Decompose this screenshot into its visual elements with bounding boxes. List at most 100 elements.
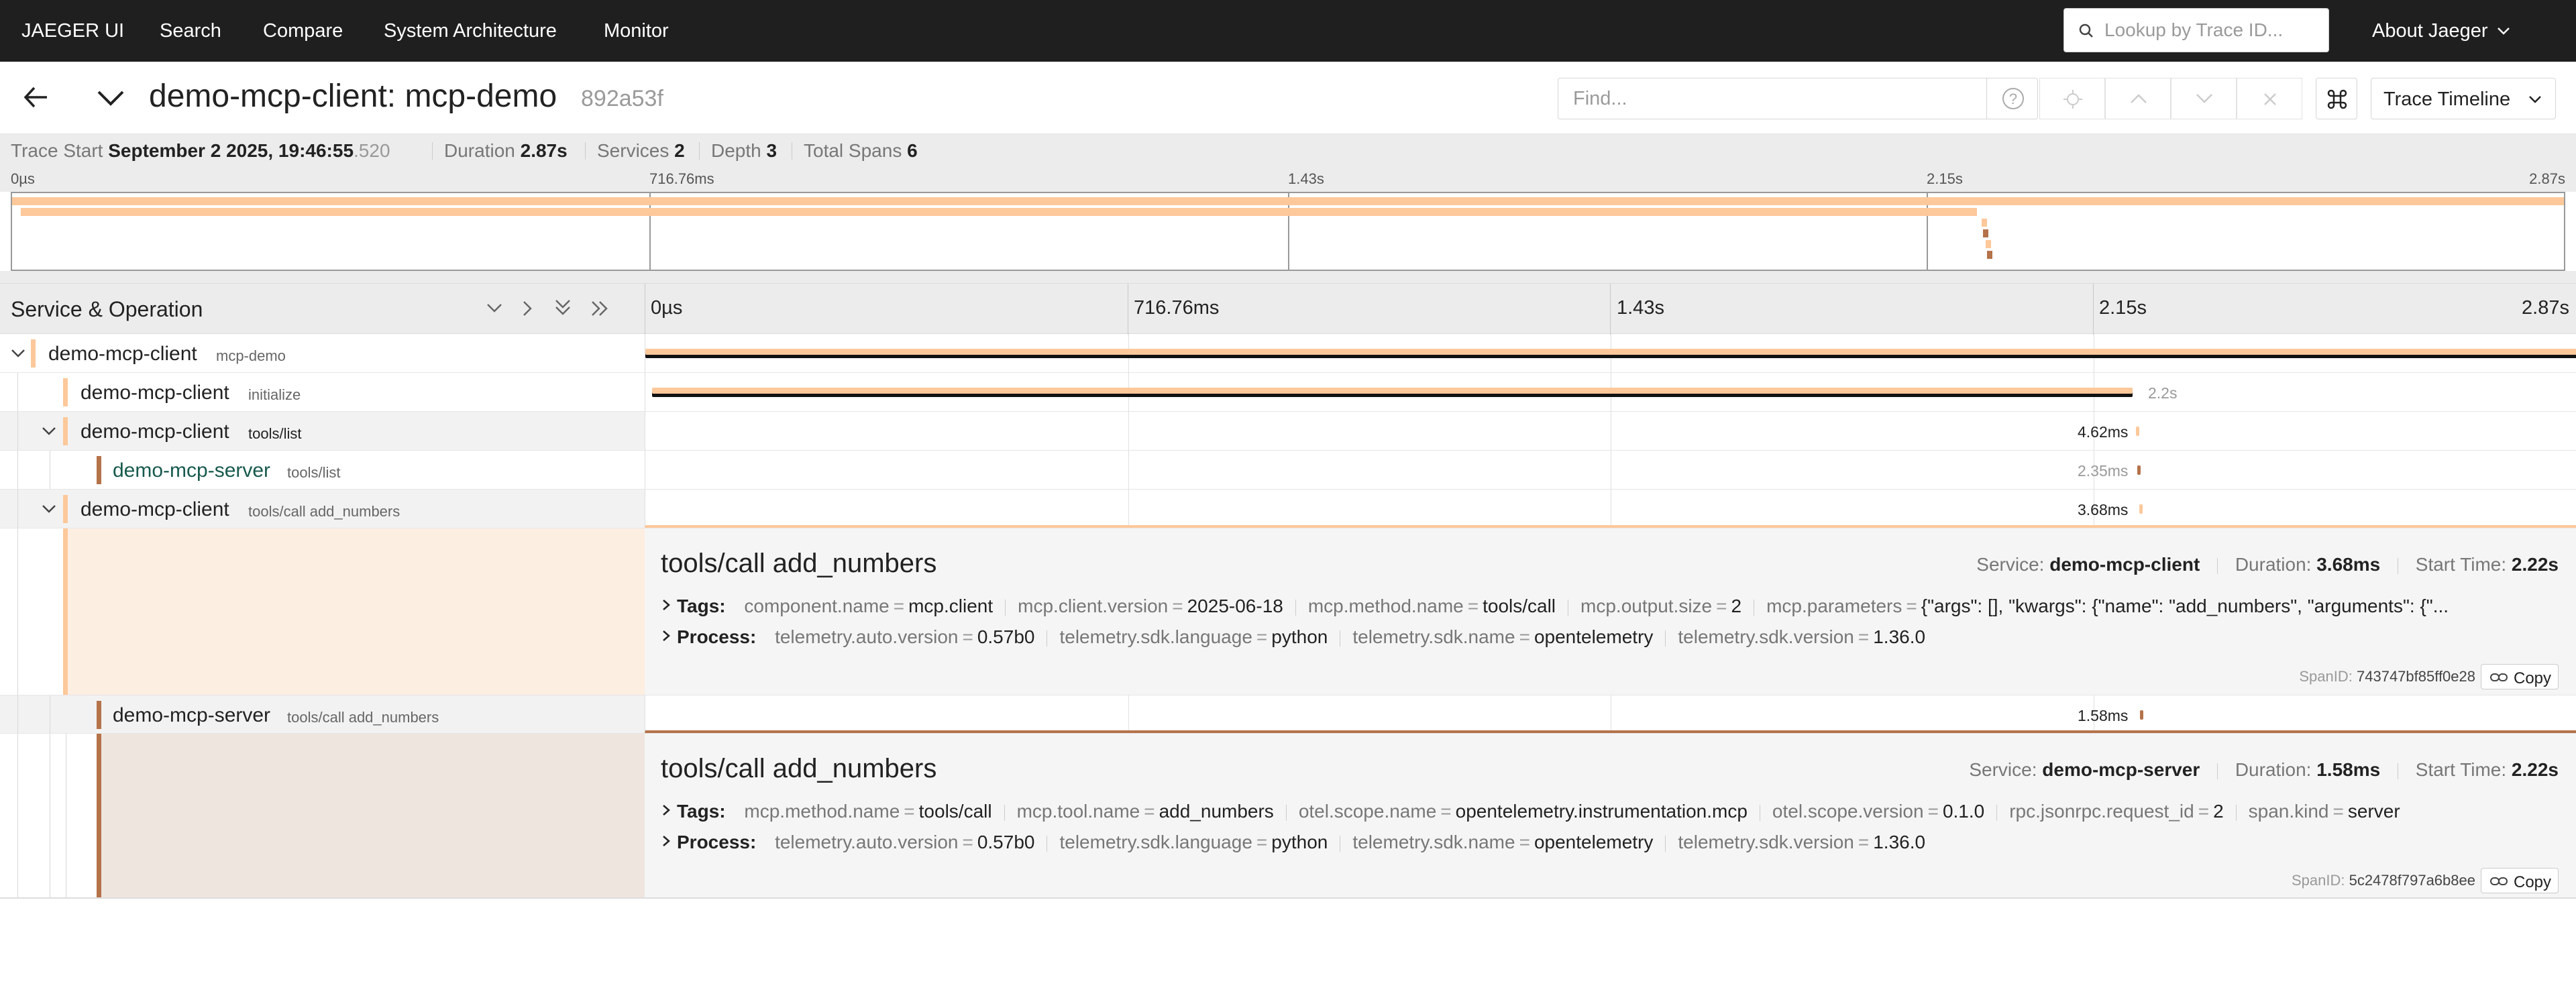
span-duration-label: 4.62ms — [2078, 423, 2129, 441]
view-selector-label: Trace Timeline — [2383, 89, 2511, 110]
span-id-label: SpanID: — [2291, 872, 2345, 889]
service-color-bar — [31, 339, 36, 368]
chevron-down-icon[interactable] — [42, 427, 56, 436]
chevron-down-icon[interactable] — [42, 504, 56, 514]
indent-guide — [17, 528, 18, 695]
start-time-value: 2.22s — [2511, 759, 2559, 780]
copy-span-id-button[interactable]: Copy — [2481, 868, 2559, 893]
keyboard-shortcuts-button[interactable] — [2316, 78, 2357, 119]
span-name-cell[interactable]: demo-mcp-client tools/call add_numbers — [0, 490, 645, 528]
process-row[interactable]: Process: telemetry.auto.version = 0.57b0 te… — [661, 832, 1925, 853]
timeline-tick: 716.76ms — [1134, 297, 1220, 319]
nav-search[interactable]: Search — [160, 0, 221, 62]
clear-search-button[interactable] — [2237, 78, 2302, 119]
duration-label: Duration — [444, 140, 515, 161]
span-detail-content: tools/call add_numbers Service: demo-mcp… — [645, 734, 2576, 897]
span-timeline-cell[interactable]: 2.35ms — [645, 451, 2576, 489]
span-bar[interactable] — [645, 349, 2576, 358]
copy-span-id-button[interactable]: Copy — [2481, 664, 2559, 689]
span-bar[interactable] — [2135, 427, 2139, 436]
locate-button[interactable] — [2039, 78, 2105, 119]
tag-value: server — [2347, 801, 2400, 822]
nav-monitor[interactable]: Monitor — [604, 0, 669, 62]
about-jaeger-menu[interactable]: About Jaeger — [2372, 0, 2488, 62]
collapse-all-icon[interactable] — [554, 298, 572, 317]
span-timeline-cell[interactable]: 4.62ms — [645, 412, 2576, 450]
indent-guide — [17, 490, 18, 528]
duration-label: Duration: — [2235, 554, 2312, 575]
span-timeline-cell[interactable]: 1.58ms — [645, 695, 2576, 733]
span-name-cell[interactable]: demo-mcp-server tools/list — [0, 451, 645, 489]
span-name-cell[interactable]: demo-mcp-server tools/call add_numbers — [0, 695, 645, 733]
span-duration-label: 1.58ms — [2078, 707, 2129, 724]
tag-item: otel.scope.version = 0.1.0 — [1772, 801, 1985, 822]
span-bar[interactable] — [652, 388, 2133, 397]
trace-services: Services 2 — [597, 134, 685, 168]
view-selector[interactable]: Trace Timeline — [2371, 78, 2556, 119]
span-bar[interactable] — [2139, 504, 2143, 514]
trace-duration: Duration 2.87s — [444, 134, 568, 168]
tag-key: otel.scope.version — [1772, 801, 1924, 822]
span-duration-label: 2.35ms — [2078, 462, 2129, 480]
brand-logo[interactable]: JAEGER UI — [21, 0, 124, 62]
chevron-down-icon[interactable] — [11, 349, 25, 358]
span-row[interactable]: demo-mcp-client tools/list 4.62ms — [0, 412, 2576, 451]
nav-compare[interactable]: Compare — [263, 0, 343, 62]
link-icon — [2490, 877, 2508, 885]
divider — [2217, 557, 2218, 574]
services-value: 2 — [674, 140, 685, 161]
nav-system-architecture[interactable]: System Architecture — [384, 0, 557, 62]
span-row[interactable]: demo-mcp-server tools/call add_numbers 1… — [0, 695, 2576, 734]
span-id-label: SpanID: — [2299, 668, 2353, 685]
tag-value: mcp.client — [908, 596, 994, 616]
span-detail-meta: Service: demo-mcp-client Duration: 3.68m… — [1976, 554, 2559, 575]
minimap-span — [1983, 229, 1989, 237]
span-operation: mcp-demo — [216, 347, 286, 364]
back-arrow-icon[interactable] — [23, 86, 48, 109]
search-icon — [2079, 23, 2093, 38]
tag-value: add_numbers — [1159, 801, 1274, 822]
collapse-one-icon[interactable] — [486, 302, 503, 313]
divider — [2217, 763, 2218, 779]
span-name-cell[interactable]: demo-mcp-client mcp-demo — [0, 334, 645, 372]
trace-lookup-input[interactable] — [2103, 9, 2318, 52]
span-bar[interactable] — [2137, 465, 2141, 475]
duration-value: 3.68ms — [2316, 554, 2381, 575]
service-value: demo-mcp-server — [2042, 759, 2200, 780]
collapse-trace-icon[interactable] — [97, 90, 125, 106]
span-timeline-cell[interactable]: 2.2s — [645, 373, 2576, 411]
span-timeline-cell[interactable] — [645, 334, 2576, 372]
span-row[interactable]: demo-mcp-client mcp-demo — [0, 334, 2576, 373]
find-input[interactable] — [1558, 78, 1986, 119]
prev-result-button[interactable] — [2105, 78, 2171, 119]
find-help-button[interactable]: ? — [1986, 78, 2039, 119]
span-bar[interactable] — [2139, 710, 2143, 720]
trace-id: 892a53f — [581, 86, 663, 111]
tag-item: mcp.method.name = tools/call — [744, 801, 992, 822]
divider — [1285, 804, 1287, 821]
next-result-button[interactable] — [2171, 78, 2237, 119]
span-name-cell[interactable]: demo-mcp-client tools/list — [0, 412, 645, 450]
span-row[interactable]: demo-mcp-server tools/list 2.35ms — [0, 451, 2576, 490]
service-label: Service: — [1976, 554, 2045, 575]
process-row[interactable]: Process: telemetry.auto.version = 0.57b0 te… — [661, 626, 1925, 648]
copy-label: Copy — [2514, 669, 2552, 687]
expand-one-icon[interactable] — [522, 300, 533, 317]
span-row[interactable]: demo-mcp-client initialize 2.2s — [0, 373, 2576, 412]
span-name-cell[interactable]: demo-mcp-client initialize — [0, 373, 645, 411]
minimap-span — [1981, 219, 1987, 227]
tags-row[interactable]: Tags: component.name = mcp.client mcp.clien… — [661, 596, 2449, 617]
process-value: opentelemetry — [1534, 832, 1654, 852]
process-value: opentelemetry — [1534, 626, 1654, 647]
tags-row[interactable]: Tags: mcp.method.name = tools/call mcp.tool… — [661, 801, 2400, 822]
timeline-gridline — [1128, 451, 1129, 489]
minimap-tick: 1.43s — [1288, 170, 1324, 187]
span-id: SpanID: 5c2478f797a6b8ee — [2292, 872, 2475, 889]
expand-all-icon[interactable] — [590, 300, 610, 317]
trace-minimap[interactable] — [11, 192, 2565, 271]
span-detail-panel: tools/call add_numbers Service: demo-mcp… — [0, 528, 2576, 695]
span-row[interactable]: demo-mcp-client tools/call add_numbers 3… — [0, 490, 2576, 528]
span-service: demo-mcp-server — [113, 704, 271, 726]
minimap-footer — [0, 271, 2576, 283]
span-timeline-cell[interactable]: 3.68ms — [645, 490, 2576, 528]
